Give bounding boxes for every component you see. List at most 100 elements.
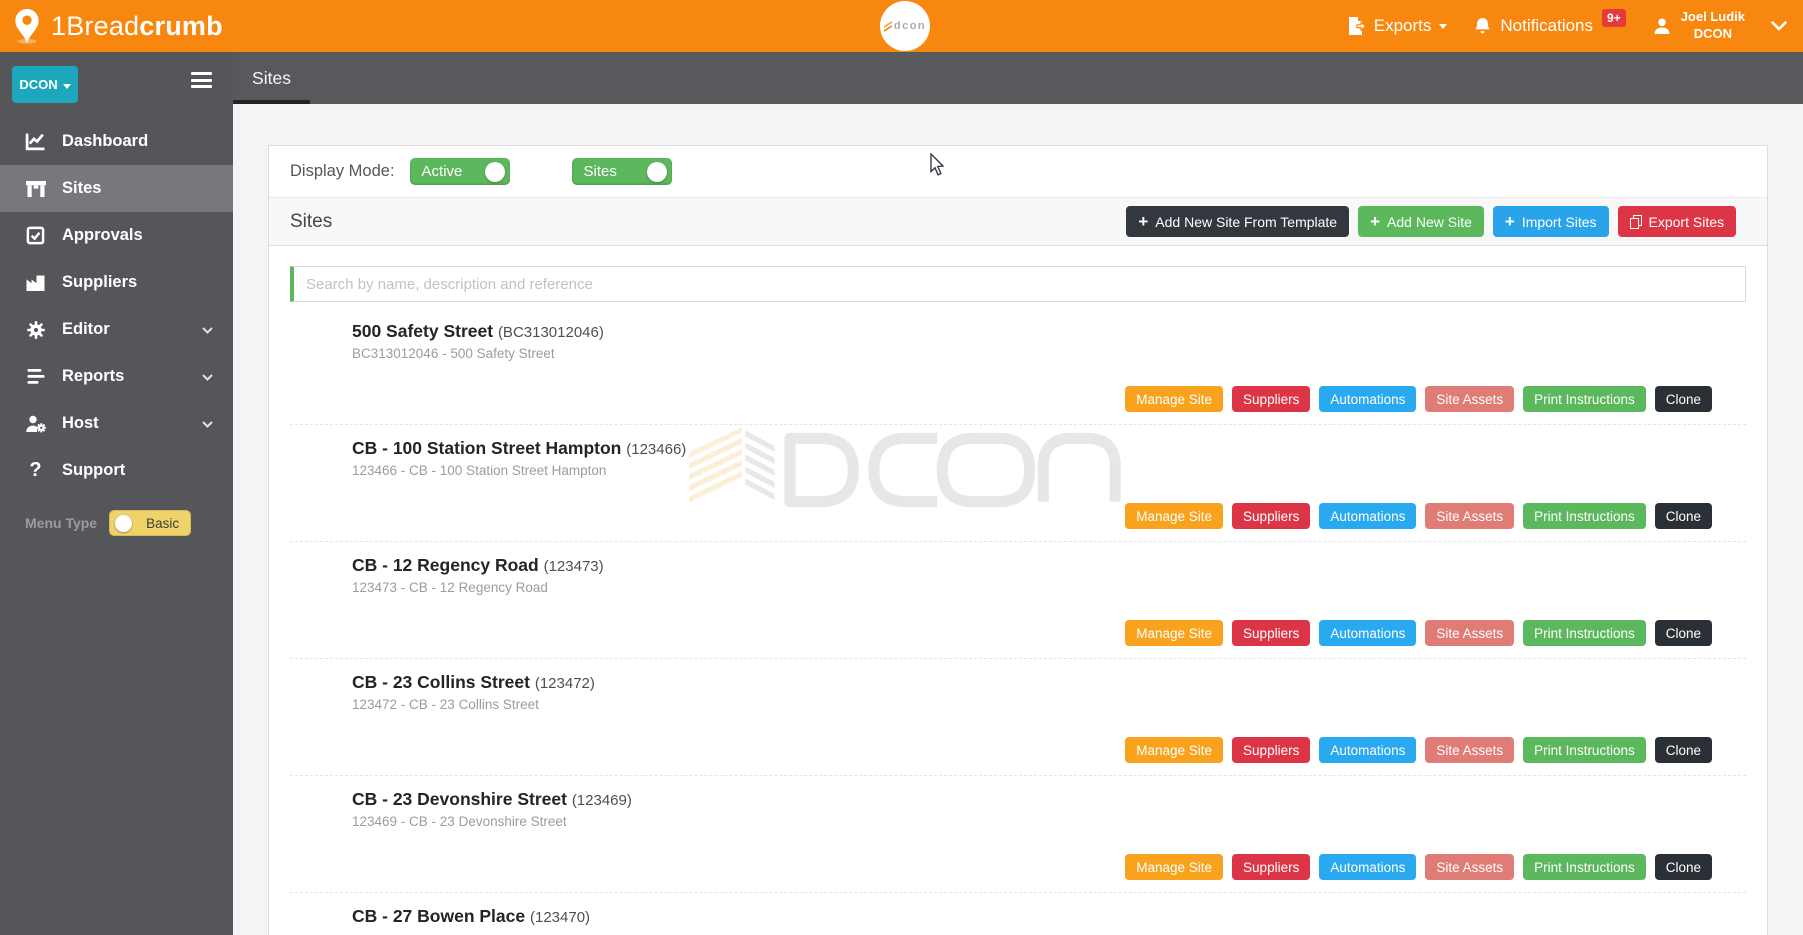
clone-button[interactable]: Clone (1655, 386, 1712, 412)
gear-icon (24, 319, 47, 340)
user-name: Joel Ludik (1681, 9, 1745, 26)
automations-button[interactable]: Automations (1319, 386, 1416, 412)
header-right: Exports Notifications 9+ Joel Ludik DCON (1347, 9, 1803, 43)
plus-icon: + (1370, 213, 1380, 230)
site-subtitle: BC313012046 - 500 Safety Street (352, 346, 1746, 363)
chevron-down-icon (202, 367, 213, 386)
suppliers-button[interactable]: Suppliers (1232, 737, 1310, 763)
user-gear-icon (24, 413, 47, 434)
toggle-knob (485, 162, 505, 182)
site-assets-button[interactable]: Site Assets (1425, 386, 1514, 412)
automations-button[interactable]: Automations (1319, 503, 1416, 529)
sidebar-item-host[interactable]: Host (0, 400, 233, 447)
automations-button[interactable]: Automations (1319, 737, 1416, 763)
toggle-knob (115, 515, 132, 532)
site-assets-button[interactable]: Site Assets (1425, 854, 1514, 880)
print-instructions-button[interactable]: Print Instructions (1523, 503, 1646, 529)
manage-site-button[interactable]: Manage Site (1125, 386, 1223, 412)
check-square-icon (24, 225, 47, 246)
notifications-menu[interactable]: Notifications 9+ (1473, 16, 1625, 37)
breadcrumb-pin-icon (12, 8, 42, 44)
sidebar-item-suppliers[interactable]: Suppliers (0, 259, 233, 306)
automations-button[interactable]: Automations (1319, 854, 1416, 880)
copy-icon (1630, 215, 1642, 229)
suppliers-button[interactable]: Suppliers (1232, 854, 1310, 880)
site-row: 500 Safety Street (BC313012046) BC313012… (290, 308, 1746, 425)
brand-logo: 1Breadcrumb (0, 8, 223, 44)
menu-type-toggle[interactable]: Basic (109, 510, 191, 536)
manage-site-button[interactable]: Manage Site (1125, 854, 1223, 880)
suppliers-button[interactable]: Suppliers (1232, 386, 1310, 412)
search-input[interactable] (290, 266, 1746, 302)
site-name: CB - 27 Bowen Place (352, 906, 525, 926)
caret-down-icon (63, 84, 71, 89)
import-sites-button[interactable]: +Import Sites (1493, 206, 1609, 237)
site-name: CB - 23 Devonshire Street (352, 789, 567, 809)
manage-site-button[interactable]: Manage Site (1125, 737, 1223, 763)
add-new-site-from-template-button[interactable]: +Add New Site From Template (1126, 206, 1349, 237)
site-assets-button[interactable]: Site Assets (1425, 737, 1514, 763)
print-instructions-button[interactable]: Print Instructions (1523, 386, 1646, 412)
clone-button[interactable]: Clone (1655, 620, 1712, 646)
automations-button[interactable]: Automations (1319, 620, 1416, 646)
site-actions: Manage Site Suppliers Automations Site Asse… (290, 737, 1746, 763)
chevron-down-icon[interactable] (1771, 21, 1787, 31)
sidebar-item-label: Editor (62, 320, 110, 339)
suppliers-button[interactable]: Suppliers (1232, 503, 1310, 529)
active-tab-underline (233, 100, 310, 104)
site-row: CB - 12 Regency Road (123473) 123473 - C… (290, 542, 1746, 659)
sidebar-item-dashboard[interactable]: Dashboard (0, 118, 233, 165)
clone-button[interactable]: Clone (1655, 854, 1712, 880)
active-toggle[interactable]: Active (410, 158, 510, 185)
panel-header: Sites +Add New Site From Template+Add Ne… (269, 198, 1767, 246)
exports-menu[interactable]: Exports (1347, 16, 1448, 36)
export-sites-button[interactable]: Export Sites (1618, 206, 1736, 237)
chevron-down-icon (202, 320, 213, 339)
sidebar-item-editor[interactable]: Editor (0, 306, 233, 353)
factory-icon (24, 272, 47, 293)
display-mode-row: Display Mode: Active Sites (269, 146, 1767, 198)
sidebar-item-approvals[interactable]: Approvals (0, 212, 233, 259)
site-title: CB - 23 Collins Street (123472) (352, 672, 1746, 693)
sidebar-item-label: Sites (62, 179, 101, 198)
sidebar-item-support[interactable]: ? Support (0, 447, 233, 494)
exports-label: Exports (1374, 16, 1432, 36)
site-reference: (123466) (626, 441, 686, 458)
site-assets-button[interactable]: Site Assets (1425, 620, 1514, 646)
site-assets-button[interactable]: Site Assets (1425, 503, 1514, 529)
toggle-label: Sites (584, 163, 617, 180)
clone-button[interactable]: Clone (1655, 503, 1712, 529)
site-reference: (123469) (572, 792, 632, 809)
site-actions: Manage Site Suppliers Automations Site Asse… (290, 854, 1746, 880)
menu-type-value: Basic (146, 516, 179, 531)
manage-site-button[interactable]: Manage Site (1125, 620, 1223, 646)
site-subtitle: 123472 - CB - 23 Collins Street (352, 697, 1746, 714)
print-instructions-button[interactable]: Print Instructions (1523, 620, 1646, 646)
hamburger-menu-icon[interactable] (191, 72, 212, 92)
org-selector-button[interactable]: DCON (12, 66, 78, 103)
sidebar-item-reports[interactable]: Reports (0, 353, 233, 400)
print-instructions-button[interactable]: Print Instructions (1523, 854, 1646, 880)
suppliers-button[interactable]: Suppliers (1232, 620, 1310, 646)
tab-sites[interactable]: Sites (233, 52, 310, 104)
dcon-mark-icon (884, 20, 892, 32)
sidebar-menu: Dashboard Sites Approvals Suppliers Edit… (0, 118, 233, 494)
manage-site-button[interactable]: Manage Site (1125, 503, 1223, 529)
user-menu[interactable]: Joel Ludik DCON (1652, 9, 1745, 43)
dashboard-chart-icon (24, 131, 47, 152)
bell-icon (1473, 16, 1492, 37)
site-subtitle (352, 931, 1746, 935)
print-instructions-button[interactable]: Print Instructions (1523, 737, 1646, 763)
sites-toggle[interactable]: Sites (572, 158, 672, 185)
add-new-site-button[interactable]: +Add New Site (1358, 206, 1484, 237)
site-row: CB - 100 Station Street Hampton (123466)… (290, 425, 1746, 542)
tab-bar: Sites (233, 52, 1803, 104)
menu-type-control: Menu Type Basic (25, 510, 191, 536)
sidebar-item-sites[interactable]: Sites (0, 165, 233, 212)
user-org: DCON (1681, 26, 1745, 43)
brand-name: 1Breadcrumb (51, 11, 223, 42)
site-name: CB - 100 Station Street Hampton (352, 438, 621, 458)
button-label: Export Sites (1649, 214, 1724, 230)
clone-button[interactable]: Clone (1655, 737, 1712, 763)
top-header: 1Breadcrumb dcon Exports Notifications 9… (0, 0, 1803, 52)
